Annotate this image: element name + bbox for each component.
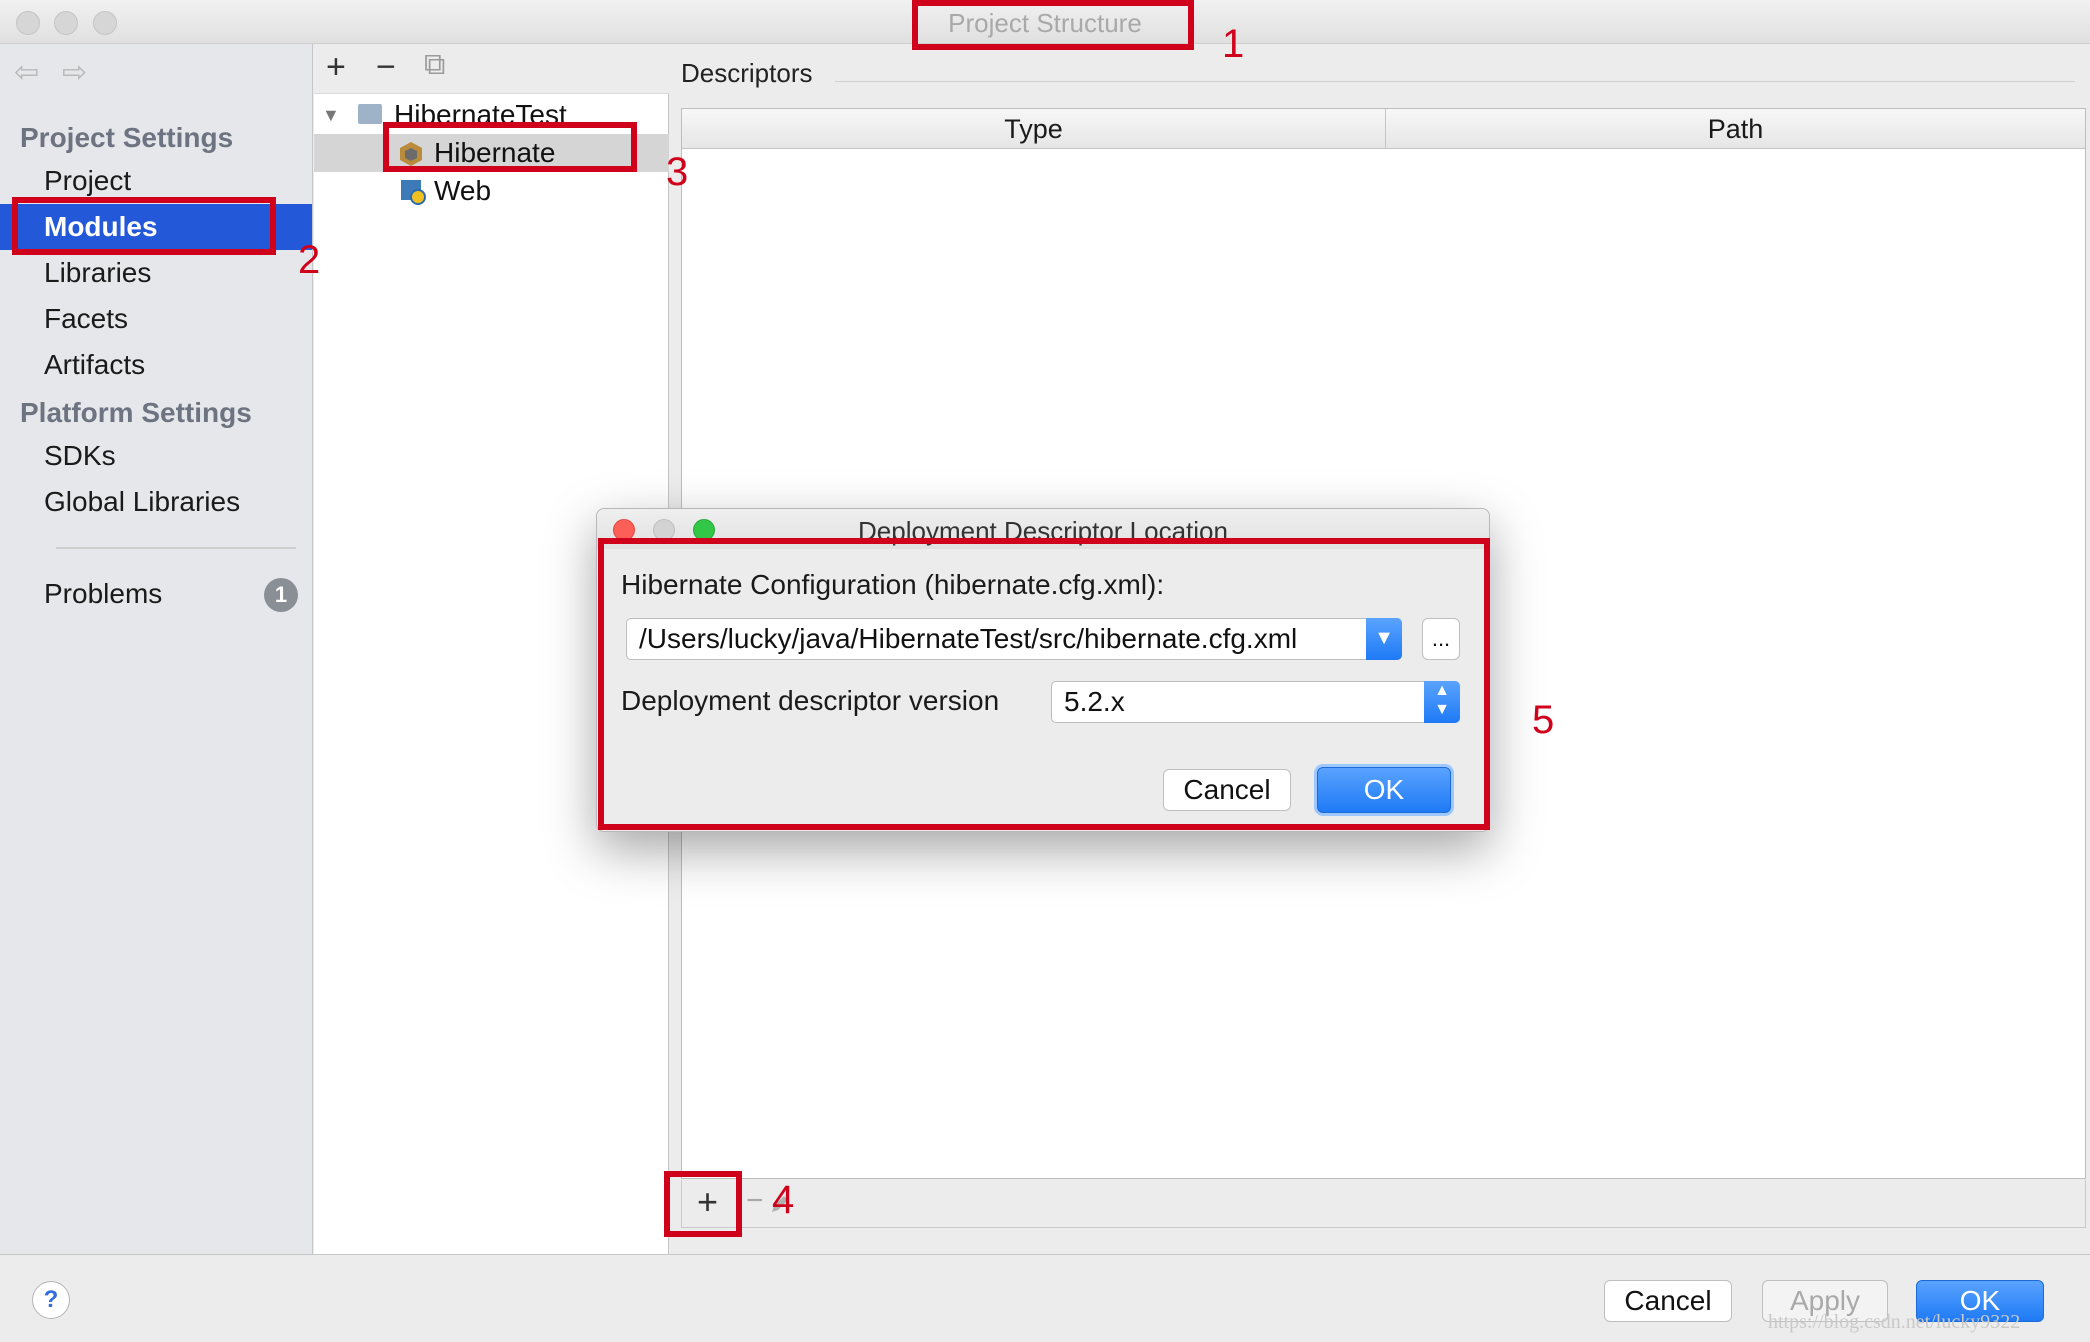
sidebar-item-libraries[interactable]: Libraries xyxy=(0,250,312,296)
sidebar-item-artifacts[interactable]: Artifacts xyxy=(0,342,312,388)
column-header-type[interactable]: Type xyxy=(682,109,1386,149)
module-folder-icon xyxy=(358,104,382,124)
web-facet-icon xyxy=(401,180,426,205)
tree-item-web[interactable]: Web xyxy=(314,172,669,210)
annotation-box-1 xyxy=(912,0,1194,50)
sidebar-item-facets[interactable]: Facets xyxy=(0,296,312,342)
tree-item-label: Web xyxy=(434,175,492,206)
expand-triangle-icon[interactable]: ▼ xyxy=(322,96,340,134)
descriptors-rule xyxy=(835,81,2075,82)
annotation-number-4: 4 xyxy=(772,1178,795,1222)
cancel-button[interactable]: Cancel xyxy=(1604,1280,1732,1322)
problems-count-badge: 1 xyxy=(264,578,298,612)
dialog-footer: ? Cancel Apply OK https://blog.csdn.net/… xyxy=(0,1254,2090,1342)
annotation-number-1: 1 xyxy=(1222,22,1245,66)
help-button[interactable]: ? xyxy=(32,1281,70,1319)
watermark: https://blog.csdn.net/lucky9322 xyxy=(1768,1311,2021,1333)
descriptors-toolbar: + − xyxy=(681,1180,2086,1228)
back-arrow-icon[interactable]: ⇦ xyxy=(14,58,39,88)
platform-settings-heading: Platform Settings xyxy=(20,397,252,428)
annotation-box-3 xyxy=(383,122,637,172)
descriptors-heading: Descriptors xyxy=(681,58,813,88)
annotation-number-3: 3 xyxy=(666,150,689,194)
forward-arrow-icon[interactable]: ⇨ xyxy=(62,58,87,88)
add-module-button[interactable]: + xyxy=(326,50,346,84)
sidebar-divider xyxy=(56,547,296,549)
remove-module-button[interactable]: − xyxy=(376,50,396,84)
annotation-box-5 xyxy=(598,538,1490,830)
annotation-box-4 xyxy=(664,1171,742,1237)
column-header-path[interactable]: Path xyxy=(1386,109,2085,149)
project-settings-heading: Project Settings xyxy=(20,122,234,153)
annotation-box-2 xyxy=(12,197,276,255)
annotation-number-2: 2 xyxy=(298,238,321,282)
remove-descriptor-button[interactable]: − xyxy=(746,1186,764,1216)
annotation-number-5: 5 xyxy=(1532,698,1555,742)
module-tree-toolbar: + − ⧉ xyxy=(314,44,669,94)
sidebar-item-sdks[interactable]: SDKs xyxy=(0,433,312,479)
copy-module-button[interactable]: ⧉ xyxy=(424,50,445,80)
sidebar-item-global-libraries[interactable]: Global Libraries xyxy=(0,479,312,525)
